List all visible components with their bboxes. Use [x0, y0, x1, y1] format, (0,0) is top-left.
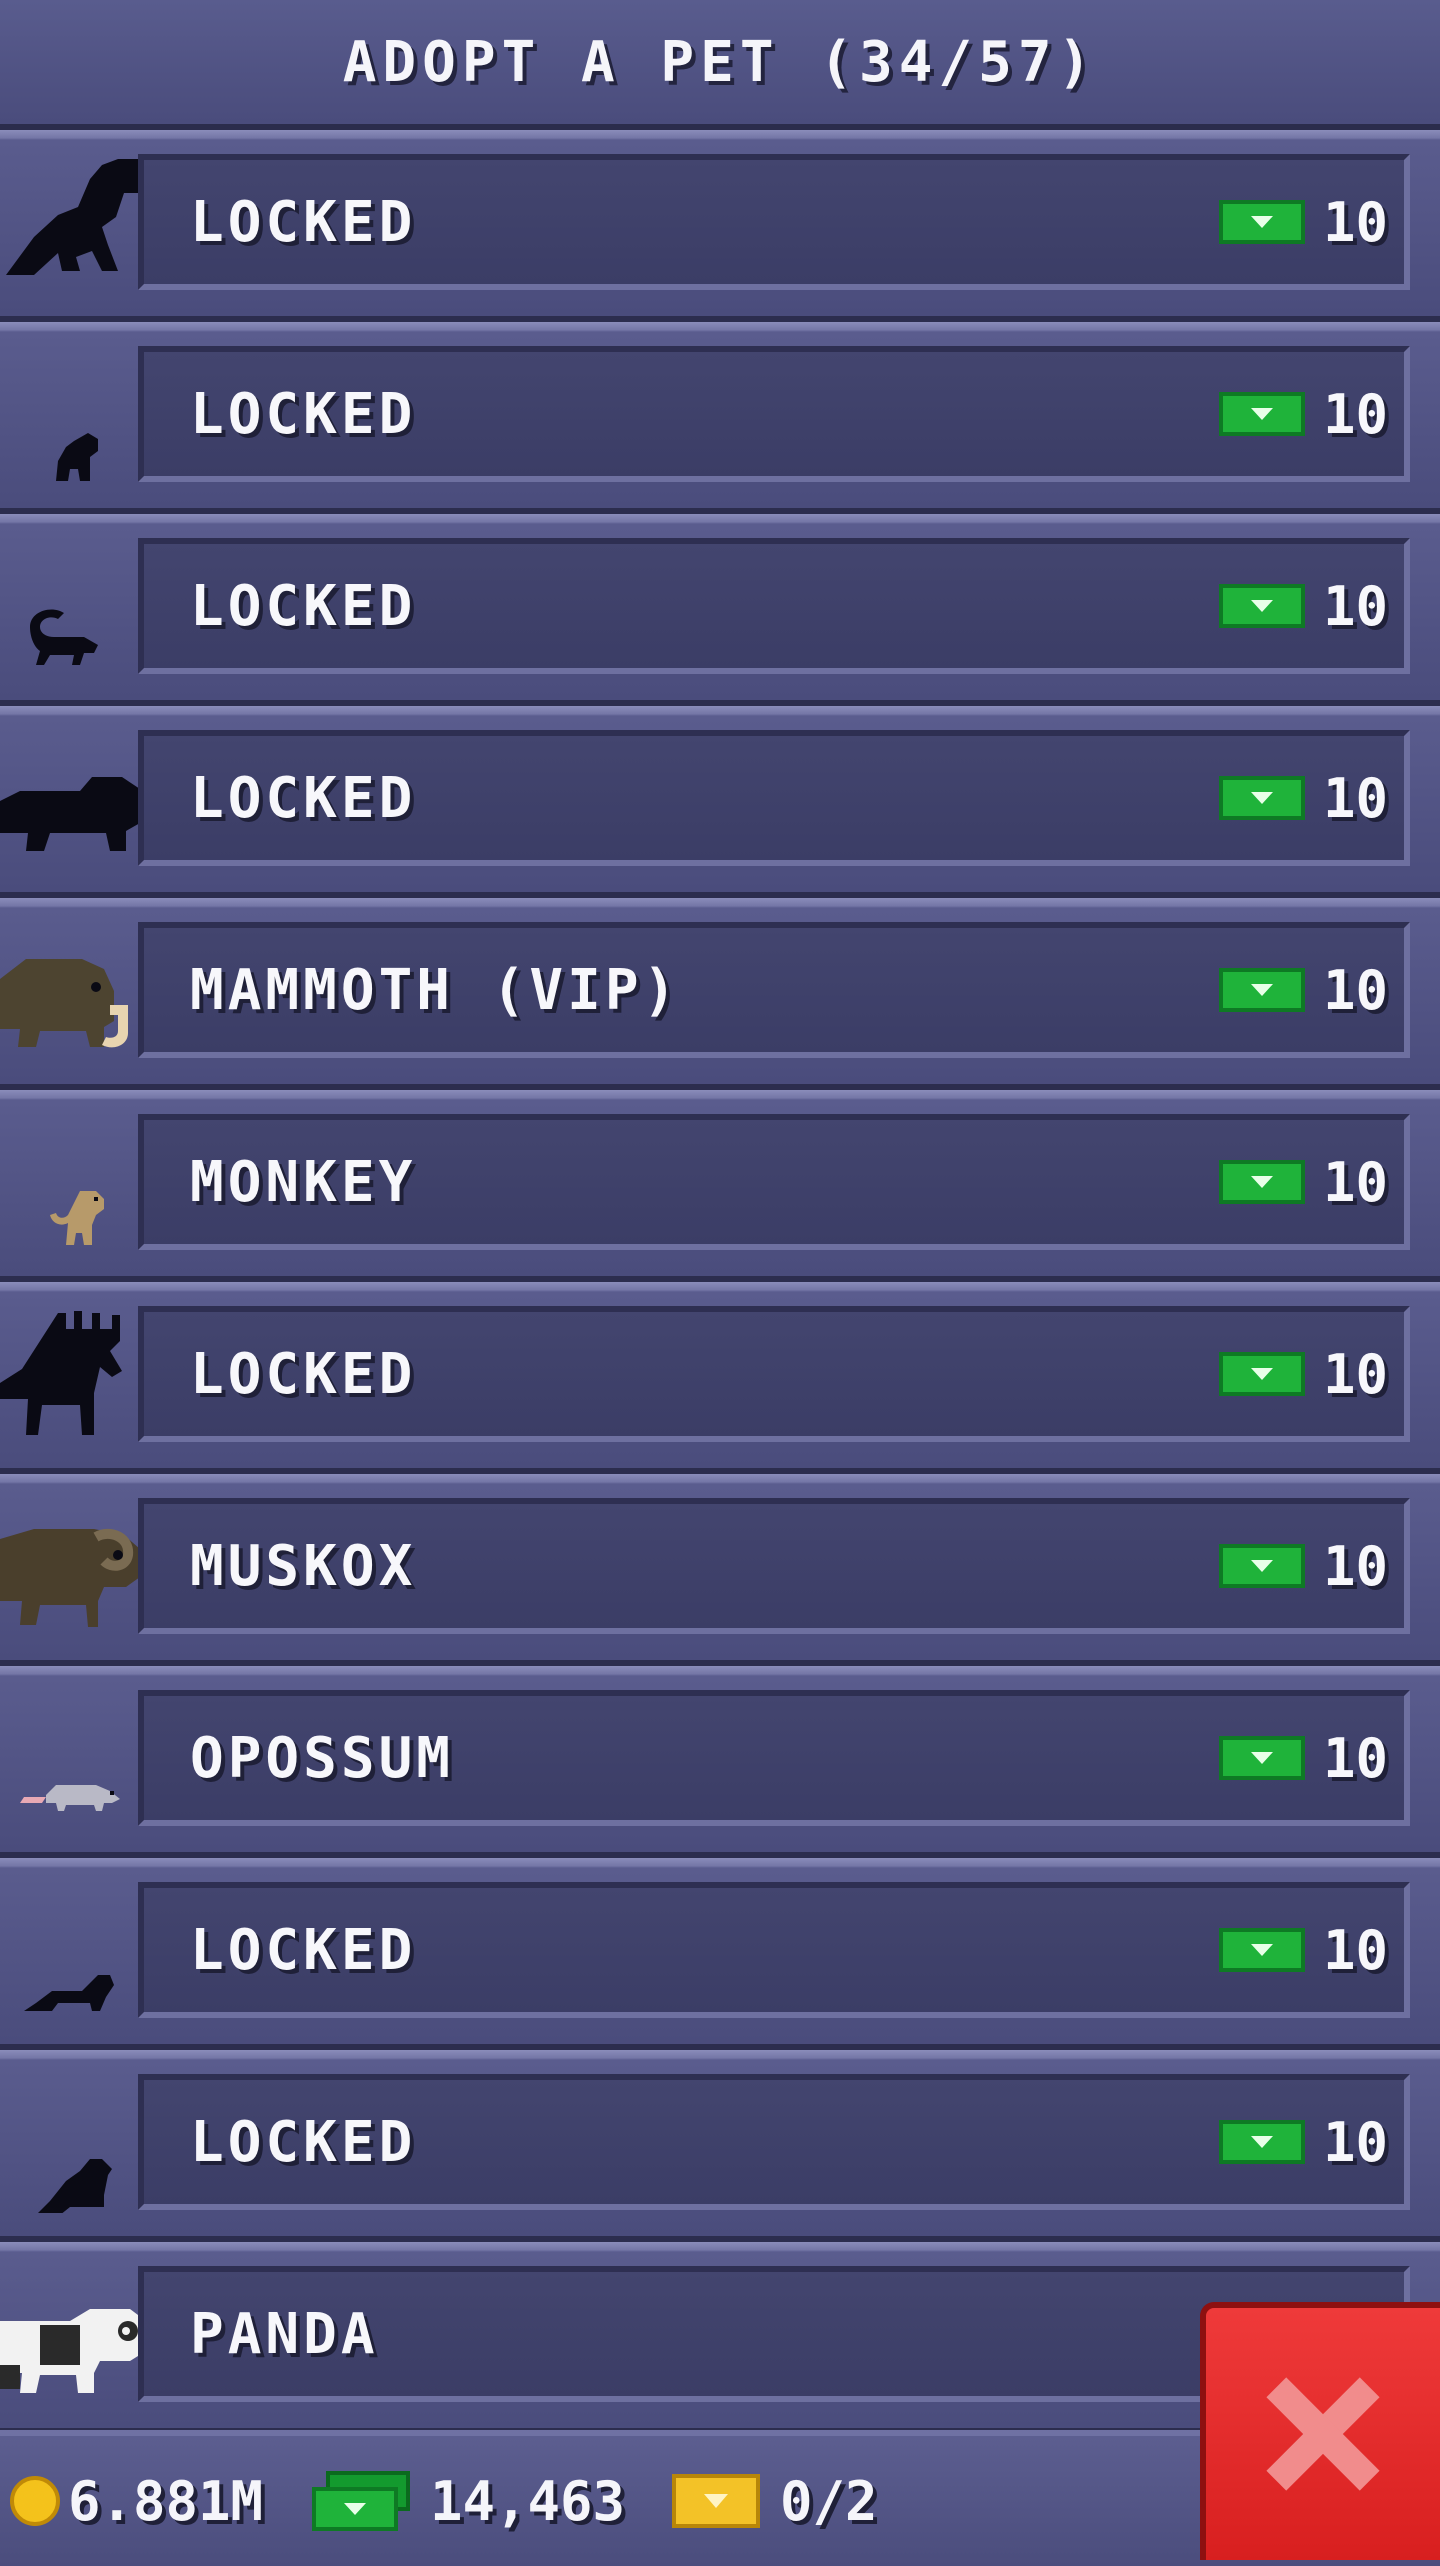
pet-panel[interactable]: LOCKED 10: [138, 154, 1410, 290]
pet-name: LOCKED: [190, 381, 417, 447]
cash-icon: [1218, 1928, 1305, 1972]
pet-name: MUSKOX: [190, 1533, 417, 1599]
moose-silhouette-icon: [0, 1282, 160, 1468]
price-tag: 10: [1218, 1312, 1388, 1436]
cash-icon: [1218, 968, 1305, 1012]
cash-icon: [1218, 1352, 1305, 1396]
pet-name: LOCKED: [190, 2109, 417, 2175]
small-animal-silhouette-icon: [0, 322, 160, 508]
price-value: 10: [1322, 2110, 1388, 2174]
price-tag: 10: [1218, 736, 1388, 860]
lion-silhouette-icon: [0, 706, 160, 892]
pet-panel[interactable]: OPOSSUM 10: [138, 1690, 1410, 1826]
pet-name: LOCKED: [190, 573, 417, 639]
cash-icon: [1218, 1736, 1305, 1780]
pet-panel[interactable]: LOCKED 10: [138, 730, 1410, 866]
pet-row[interactable]: LOCKED 10: [0, 1282, 1440, 1474]
pet-row[interactable]: LOCKED 10: [0, 2050, 1440, 2242]
close-x-icon: [1263, 2374, 1383, 2494]
panda-icon: [0, 2242, 160, 2428]
pet-panel[interactable]: LOCKED 10: [138, 1882, 1410, 2018]
pet-row[interactable]: LOCKED 10: [0, 130, 1440, 322]
pet-name: LOCKED: [190, 1917, 417, 1983]
muskox-icon: [0, 1474, 160, 1660]
price-value: 10: [1322, 190, 1388, 254]
price-value: 10: [1322, 1150, 1388, 1214]
coins-value: 6.881M: [68, 2469, 264, 2533]
pet-panel[interactable]: LOCKED 10: [138, 538, 1410, 674]
pet-row[interactable]: LOCKED 10: [0, 322, 1440, 514]
close-button[interactable]: [1200, 2302, 1440, 2560]
pet-row[interactable]: LOCKED 10: [0, 1858, 1440, 2050]
cash-stat: 14,463: [312, 2436, 625, 2566]
price-tag: 10: [1218, 544, 1388, 668]
pet-panel[interactable]: LOCKED 10: [138, 1306, 1410, 1442]
pet-name: PANDA: [190, 2301, 379, 2367]
pet-row[interactable]: LOCKED 10: [0, 514, 1440, 706]
pet-panel[interactable]: MUSKOX 10: [138, 1498, 1410, 1634]
pet-name: MONKEY: [190, 1149, 417, 1215]
price-value: 10: [1322, 766, 1388, 830]
cash-icon: [1218, 776, 1305, 820]
pet-panel[interactable]: LOCKED 10: [138, 2074, 1410, 2210]
ferret-silhouette-icon: [0, 514, 160, 700]
mammoth-icon: [0, 898, 160, 1084]
pet-name: OPOSSUM: [190, 1725, 455, 1791]
price-tag: 10: [1218, 352, 1388, 476]
price-tag: 10: [1218, 1120, 1388, 1244]
bird-silhouette-icon: [0, 2050, 160, 2236]
monkey-icon: [0, 1090, 160, 1276]
cash-icon: [1218, 392, 1305, 436]
cash-icon: [1218, 200, 1305, 244]
price-value: 10: [1322, 382, 1388, 446]
pet-panel[interactable]: MONKEY 10: [138, 1114, 1410, 1250]
pet-row[interactable]: MONKEY 10: [0, 1090, 1440, 1282]
pet-name: MAMMOTH (VIP): [190, 957, 681, 1023]
cash-stack-icon: [312, 2471, 412, 2531]
pet-panel[interactable]: MAMMOTH (VIP) 10: [138, 922, 1410, 1058]
price-tag: 10: [1218, 1888, 1388, 2012]
opossum-icon: [0, 1666, 160, 1852]
pet-row[interactable]: OPOSSUM 10: [0, 1666, 1440, 1858]
price-value: 10: [1322, 1726, 1388, 1790]
price-value: 10: [1322, 574, 1388, 638]
cash-icon: [1218, 1544, 1305, 1588]
tickets-value: 0/2: [780, 2469, 878, 2533]
pet-row[interactable]: MAMMOTH (VIP) 10: [0, 898, 1440, 1090]
pet-panel[interactable]: LOCKED 10: [138, 346, 1410, 482]
price-tag: 10: [1218, 1504, 1388, 1628]
pet-name: LOCKED: [190, 765, 417, 831]
price-value: 10: [1322, 958, 1388, 1022]
price-value: 10: [1322, 1918, 1388, 1982]
ticket-icon: [672, 2474, 760, 2528]
pet-name: LOCKED: [190, 1341, 417, 1407]
cat-silhouette-icon: [0, 1858, 160, 2044]
coin-icon: [10, 2476, 60, 2526]
cash-value: 14,463: [430, 2469, 626, 2533]
dinosaur-silhouette-icon: [0, 130, 160, 316]
pet-row[interactable]: LOCKED 10: [0, 706, 1440, 898]
price-tag: 10: [1218, 160, 1388, 284]
pet-name: LOCKED: [190, 189, 417, 255]
cash-icon: [1218, 584, 1305, 628]
pet-list[interactable]: LOCKED 10 LOCKED 10 LOCKED 10 LOCKED 10 …: [0, 130, 1440, 2434]
header-bar: ADOPT A PET (34/57): [0, 0, 1440, 130]
price-value: 10: [1322, 1342, 1388, 1406]
page-title: ADOPT A PET (34/57): [342, 29, 1098, 95]
price-tag: 10: [1218, 2080, 1388, 2204]
cash-icon: [1218, 2120, 1305, 2164]
price-tag: 10: [1218, 1696, 1388, 1820]
coins-stat: 6.881M: [10, 2436, 263, 2566]
price-tag: 10: [1218, 928, 1388, 1052]
cash-icon: [1218, 1160, 1305, 1204]
price-value: 10: [1322, 1534, 1388, 1598]
pet-row[interactable]: MUSKOX 10: [0, 1474, 1440, 1666]
tickets-stat: 0/2: [672, 2436, 878, 2566]
